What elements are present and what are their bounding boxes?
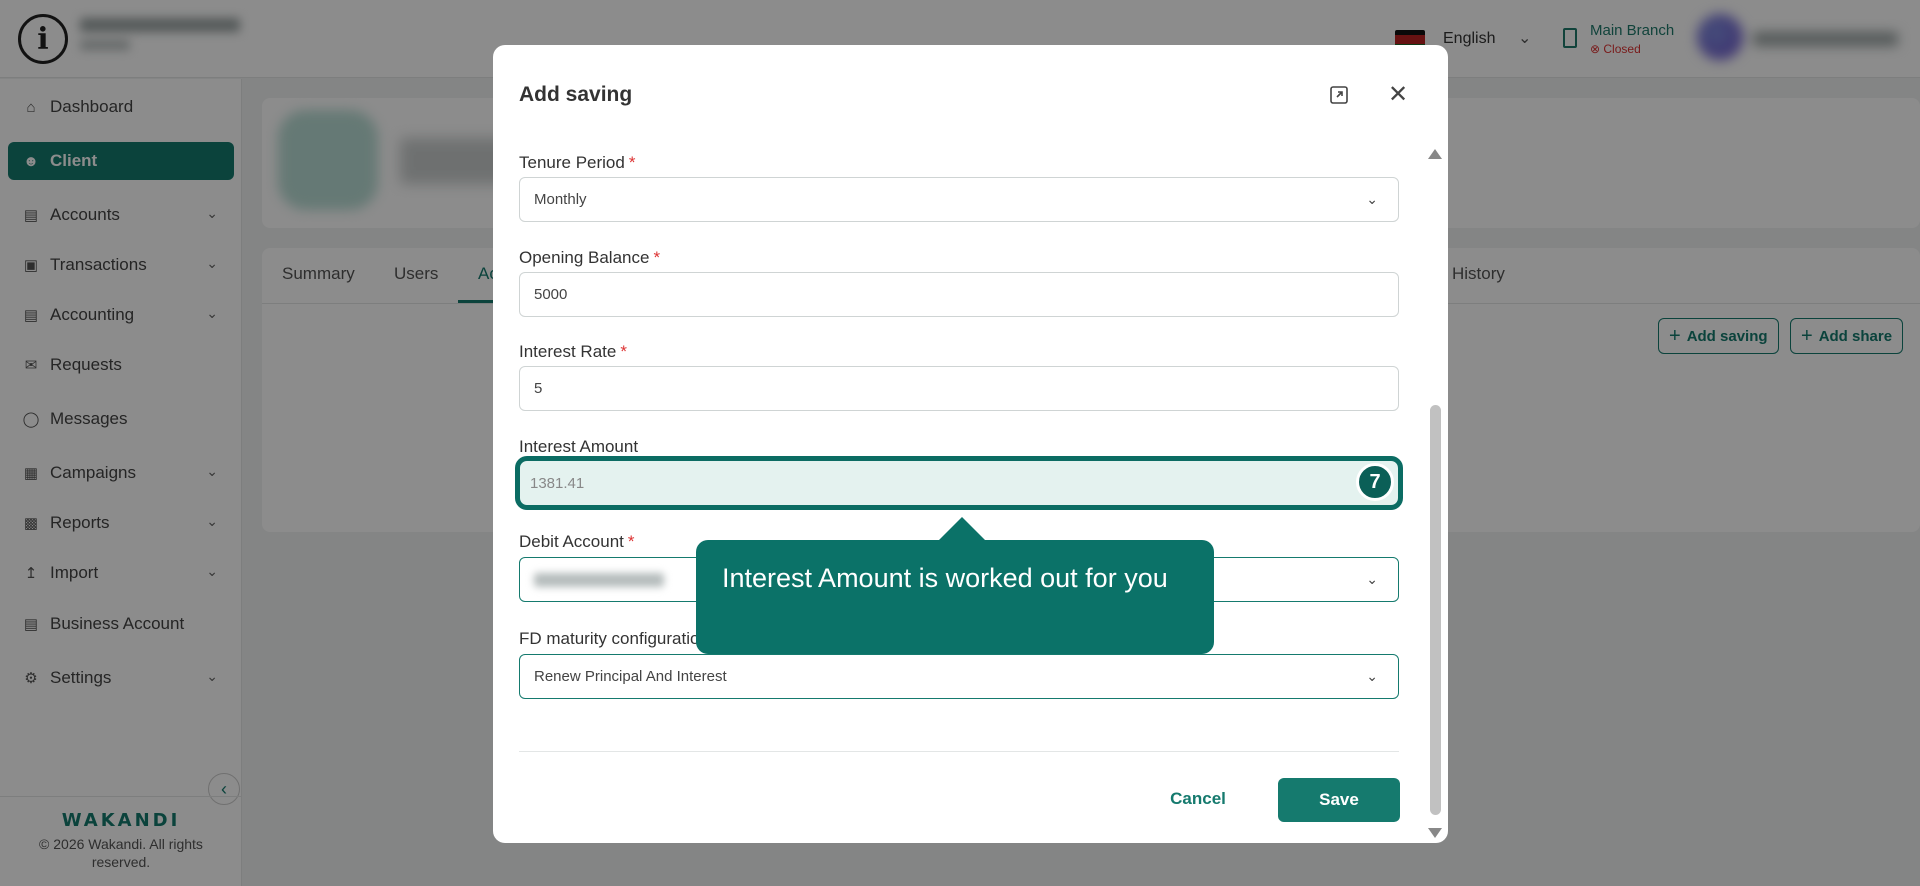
- tenure-period-value: Monthly: [534, 191, 587, 208]
- fd-maturity-select[interactable]: Renew Principal And Interest ⌄: [519, 654, 1399, 699]
- close-icon[interactable]: ✕: [1388, 83, 1408, 107]
- step-badge: 7: [1356, 463, 1394, 501]
- debit-account-label: Debit Account *: [519, 532, 635, 552]
- tooltip-arrow: [939, 517, 985, 540]
- cancel-button[interactable]: Cancel: [1153, 778, 1243, 820]
- guide-tooltip: Interest Amount is worked out for you: [696, 540, 1214, 654]
- interest-amount-label: Interest Amount: [519, 437, 639, 456]
- interest-rate-label: Interest Rate *: [519, 342, 627, 362]
- tenure-period-select[interactable]: Monthly ⌄: [519, 177, 1399, 222]
- required-mark: *: [653, 248, 661, 267]
- modal-footer-divider: [519, 751, 1399, 752]
- interest-rate-input[interactable]: 5: [519, 366, 1399, 411]
- scroll-down-arrow[interactable]: [1428, 828, 1442, 838]
- tenure-period-label-text: Tenure Period: [519, 153, 625, 172]
- debit-account-label-text: Debit Account: [519, 532, 624, 551]
- modal-title: Add saving: [519, 83, 633, 106]
- chevron-down-icon: ⌄: [1366, 571, 1378, 587]
- opening-balance-label: Opening Balance *: [519, 248, 660, 268]
- interest-rate-label-text: Interest Rate: [519, 342, 617, 361]
- expand-icon[interactable]: [1329, 85, 1349, 105]
- required-mark: *: [628, 153, 636, 172]
- tenure-period-label: Tenure Period *: [519, 153, 635, 173]
- chevron-down-icon: ⌄: [1366, 191, 1378, 207]
- add-saving-modal: Add saving ✕ Tenure Period * Monthly ⌄ Ope…: [493, 45, 1448, 843]
- interest-amount-input: 1381.41 7: [515, 456, 1403, 510]
- debit-account-value-blurred: [534, 572, 664, 587]
- interest-amount-value: 1381.41: [530, 474, 585, 492]
- scroll-up-arrow[interactable]: [1428, 149, 1442, 159]
- opening-balance-label-text: Opening Balance: [519, 248, 650, 267]
- chevron-down-icon: ⌄: [1366, 668, 1378, 684]
- required-mark: *: [627, 532, 635, 551]
- fd-maturity-label: FD maturity configuratio: [519, 629, 700, 648]
- fd-maturity-value: Renew Principal And Interest: [534, 668, 727, 685]
- required-mark: *: [620, 342, 627, 361]
- interest-rate-value: 5: [534, 380, 543, 397]
- scrollbar-thumb[interactable]: [1430, 405, 1441, 815]
- save-button[interactable]: Save: [1278, 778, 1400, 822]
- opening-balance-value: 5000: [534, 286, 568, 303]
- opening-balance-input[interactable]: 5000: [519, 272, 1399, 317]
